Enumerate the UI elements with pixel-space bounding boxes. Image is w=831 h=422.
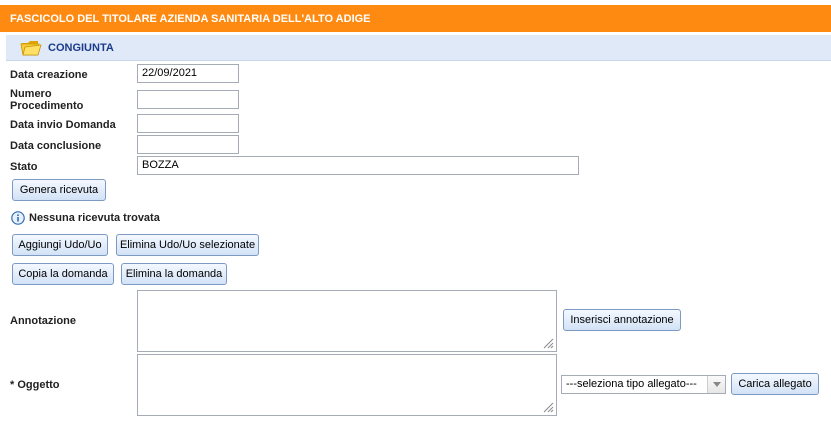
chevron-down-icon[interactable] bbox=[707, 376, 725, 393]
data-conclusione-label: Data conclusione bbox=[10, 140, 102, 152]
elimina-udo-button[interactable]: Elimina Udo/Uo selezionate bbox=[116, 234, 259, 256]
nessuna-ricevuta-message: Nessuna ricevuta trovata bbox=[29, 212, 160, 224]
data-invio-domanda-field[interactable] bbox=[137, 114, 239, 133]
stato-field[interactable]: BOZZA bbox=[137, 156, 579, 175]
data-invio-domanda-label: Data invio Domanda bbox=[10, 119, 116, 131]
resize-grip-icon[interactable] bbox=[542, 401, 554, 413]
aggiungi-udo-button[interactable]: Aggiungi Udo/Uo bbox=[12, 234, 108, 256]
data-conclusione-field[interactable] bbox=[137, 135, 239, 154]
tipo-allegato-selected: ---seleziona tipo allegato--- bbox=[566, 378, 697, 390]
inserisci-annotazione-button[interactable]: Inserisci annotazione bbox=[563, 309, 681, 331]
section-header: CONGIUNTA bbox=[6, 35, 831, 61]
data-creazione-label: Data creazione bbox=[10, 69, 88, 81]
page-title-bar: FASCICOLO DEL TITOLARE AZIENDA SANITARIA… bbox=[0, 5, 831, 32]
numero-procedimento-label-line1: Numero bbox=[10, 88, 52, 100]
section-title: CONGIUNTA bbox=[48, 41, 114, 54]
page-title: FASCICOLO DEL TITOLARE AZIENDA SANITARIA… bbox=[10, 12, 371, 25]
resize-grip-icon[interactable] bbox=[542, 337, 554, 349]
numero-procedimento-label: Numero Procedimento bbox=[10, 88, 83, 112]
annotazione-label: Annotazione bbox=[10, 315, 76, 327]
genera-ricevuta-button[interactable]: Genera ricevuta bbox=[12, 179, 106, 201]
numero-procedimento-field[interactable] bbox=[137, 90, 239, 109]
copia-domanda-button[interactable]: Copia la domanda bbox=[12, 263, 114, 285]
elimina-domanda-button[interactable]: Elimina la domanda bbox=[121, 263, 227, 285]
oggetto-label: * Oggetto bbox=[10, 379, 60, 391]
annotazione-textarea[interactable] bbox=[137, 290, 557, 352]
tipo-allegato-select[interactable]: ---seleziona tipo allegato--- bbox=[561, 375, 726, 394]
oggetto-textarea[interactable] bbox=[137, 354, 557, 416]
numero-procedimento-label-line2: Procedimento bbox=[10, 100, 84, 112]
carica-allegato-button[interactable]: Carica allegato bbox=[731, 373, 819, 395]
data-creazione-field[interactable]: 22/09/2021 bbox=[137, 64, 239, 83]
folder-icon bbox=[20, 40, 42, 55]
stato-label: Stato bbox=[10, 161, 38, 173]
info-icon bbox=[11, 211, 25, 225]
